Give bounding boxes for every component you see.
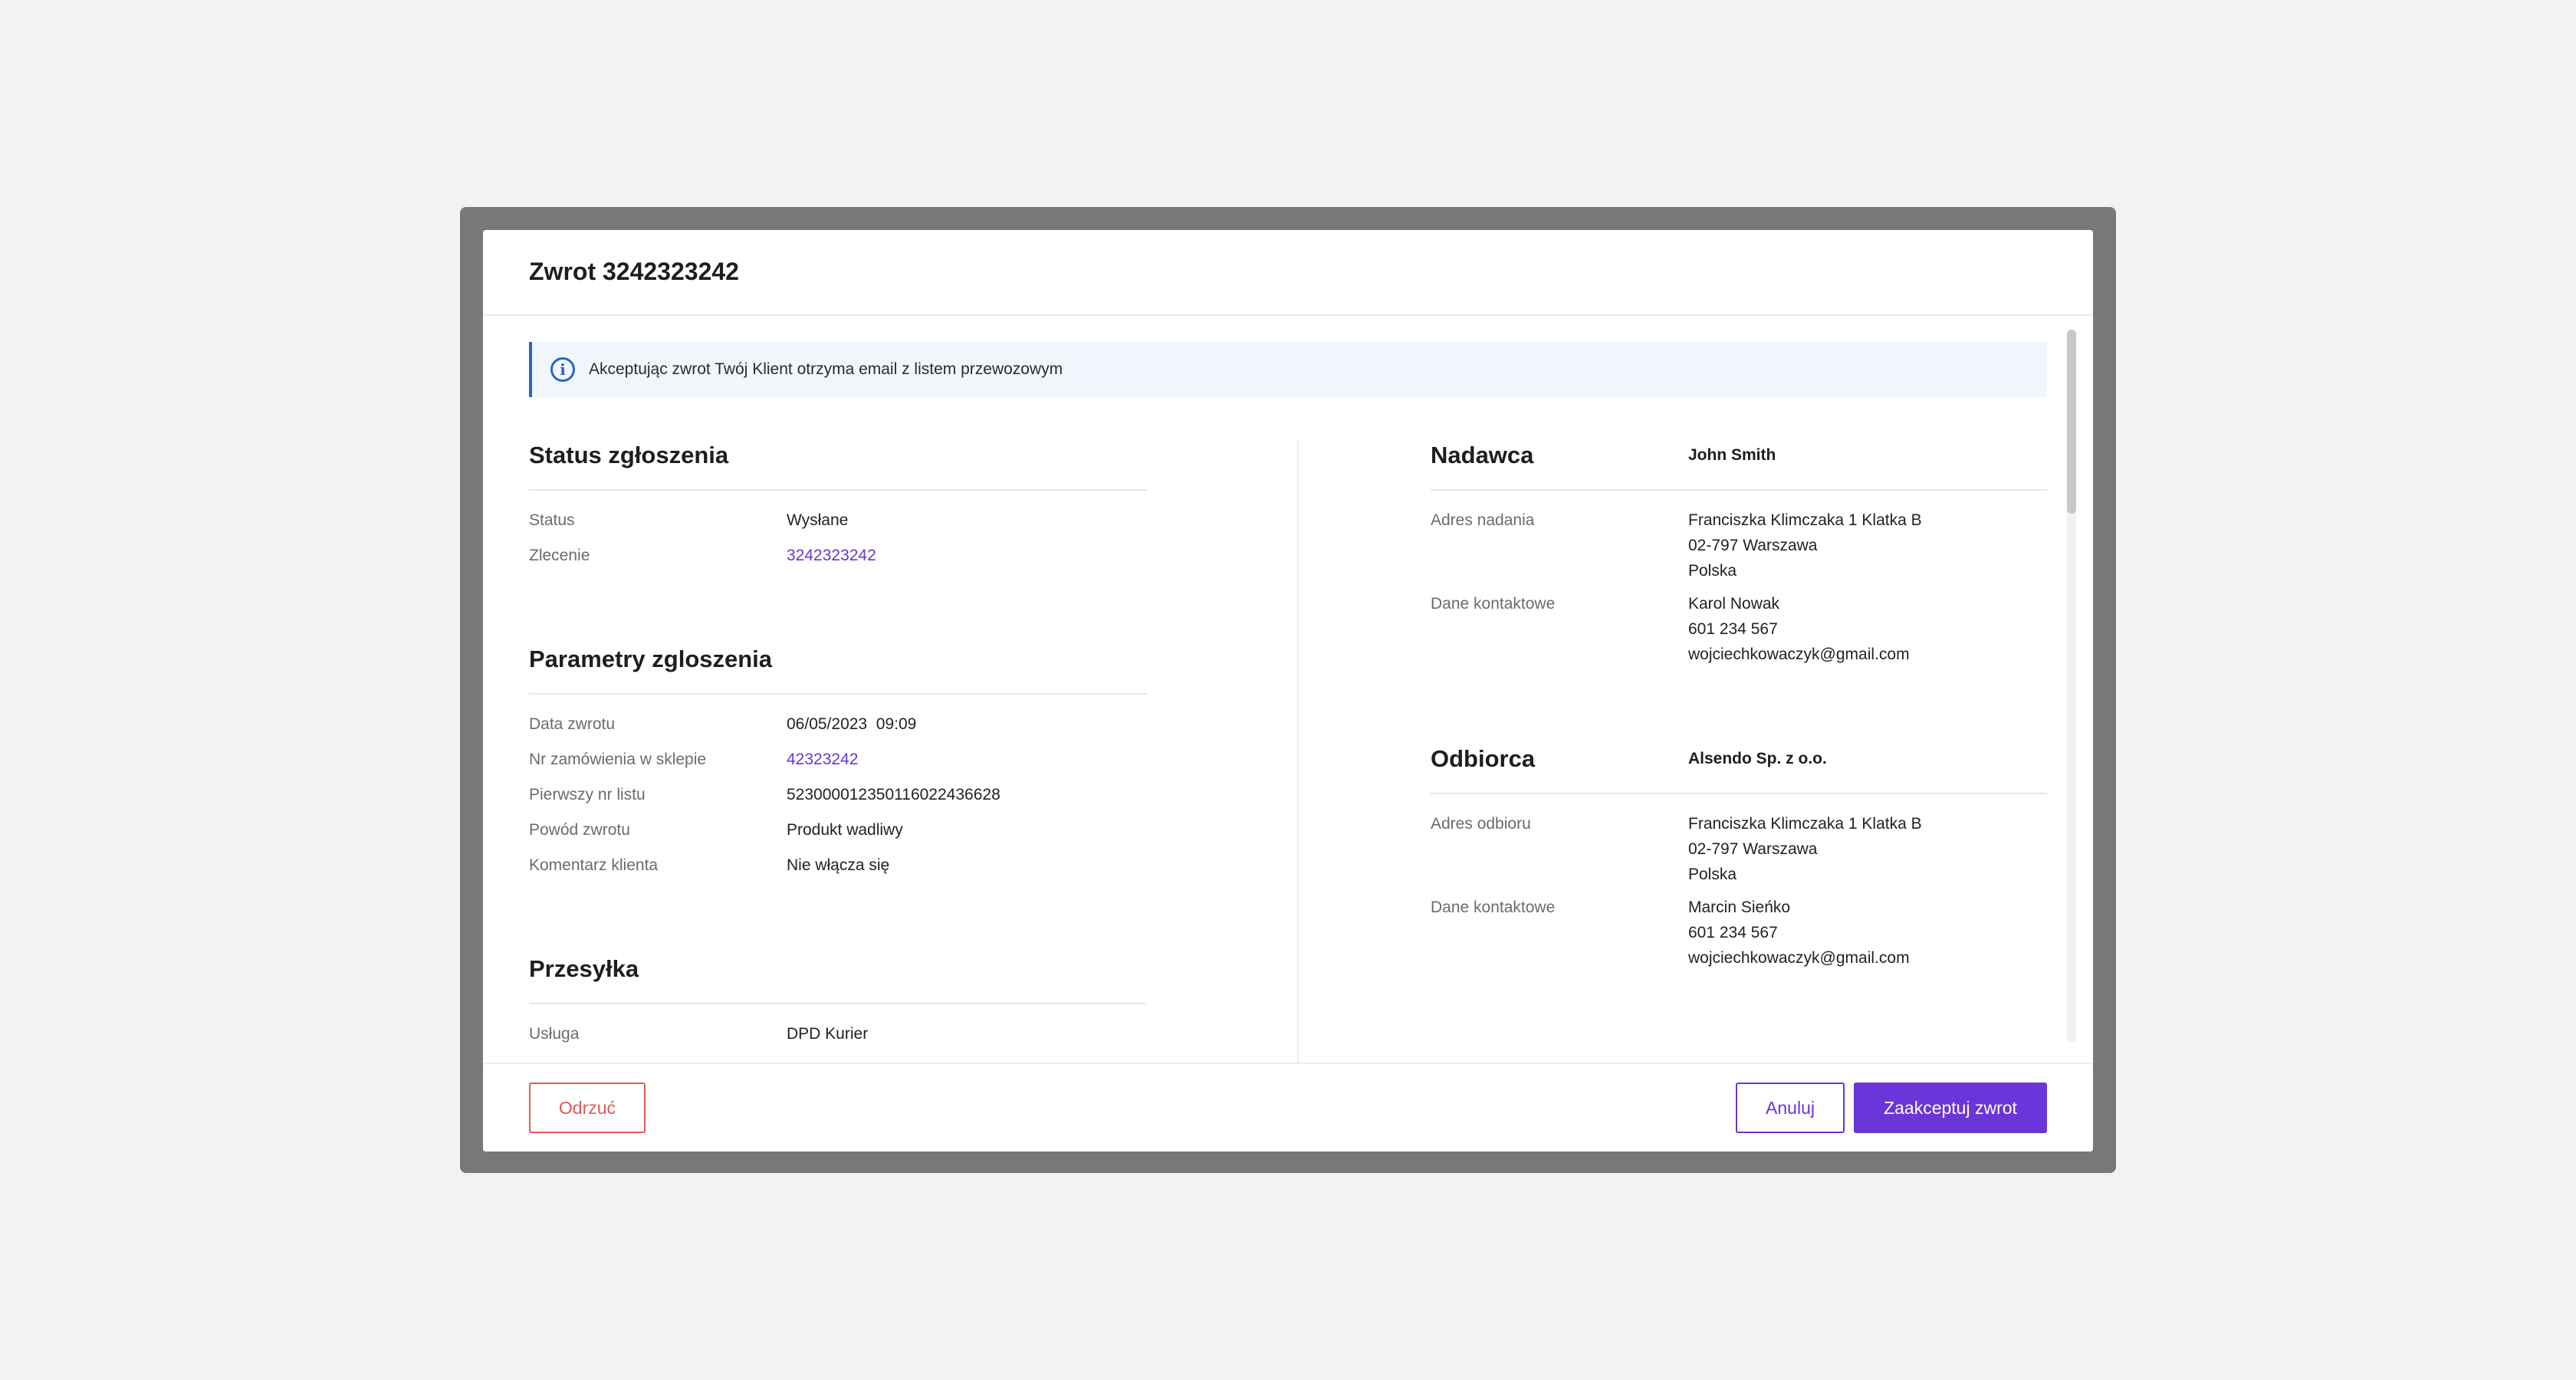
section-divider (529, 693, 1147, 695)
sender-contact-label: Dane kontaktowe (1431, 595, 1556, 613)
sender-address-label: Adres nadania (1431, 511, 1535, 529)
modal-title: Zwrot 3242323242 (529, 258, 739, 285)
client-comment-label: Komentarz klienta (529, 856, 659, 874)
recipient-contact-label: Dane kontaktowe (1431, 899, 1556, 916)
recipient-address-row: Adres odbioru Franciszka Klimczaka 1 Kla… (1431, 811, 2047, 887)
recipient-address-line: 02-797 Warszawa (1688, 840, 1818, 858)
modal-header: Zwrot 3242323242 (483, 230, 2093, 316)
status-value: Wysłane (787, 511, 849, 529)
info-banner: i Akceptując zwrot Twój Klient otrzyma e… (529, 342, 2047, 397)
order-label: Zlecenie (529, 547, 590, 564)
recipient-address-label: Adres odbioru (1431, 815, 1531, 833)
info-banner-text: Akceptując zwrot Twój Klient otrzyma ema… (589, 360, 1063, 378)
service-value: DPD Kurier (787, 1025, 869, 1043)
scrollbar-thumb[interactable] (2067, 330, 2076, 514)
params-section: Parametry zgloszenia Data zwrotu 06/05/2… (529, 644, 1147, 888)
recipient-contact-line: 601 234 567 (1688, 924, 1778, 941)
section-divider (529, 489, 1147, 491)
shipment-section-title: Przesyłka (529, 955, 639, 982)
first-waybill-value: 523000012350116022436628 (787, 786, 1001, 803)
sender-address-line: 02-797 Warszawa (1688, 537, 1818, 554)
return-reason-value: Produkt wadliwy (787, 821, 903, 839)
status-row: Status Wysłane (529, 508, 1147, 533)
cancel-button[interactable]: Anuluj (1736, 1083, 1845, 1133)
shop-order-row: Nr zamówienia w sklepie 42323242 (529, 747, 1147, 772)
status-section: Status zgłoszenia Status Wysłane Zleceni… (529, 440, 1147, 578)
recipient-contact: Marcin Sieńko 601 234 567 wojciechkowacz… (1688, 895, 1910, 971)
accept-return-button[interactable]: Zaakceptuj zwrot (1854, 1083, 2047, 1133)
sender-name: John Smith (1688, 446, 1776, 464)
sender-section-title: Nadawca (1431, 442, 1534, 468)
recipient-section-title: Odbiorca (1431, 745, 1536, 772)
sender-contact-row: Dane kontaktowe Karol Nowak 601 234 567 … (1431, 591, 2047, 667)
shop-order-label: Nr zamówienia w sklepie (529, 751, 707, 768)
service-row: Usługa DPD Kurier (529, 1021, 1147, 1046)
sender-section: Nadawca John Smith Adres nadania Francis… (1431, 440, 2047, 677)
recipient-address-line: Franciszka Klimczaka 1 Klatka B (1688, 815, 1922, 833)
recipient-address: Franciszka Klimczaka 1 Klatka B 02-797 W… (1688, 811, 1922, 887)
return-date-value: 06/05/2023 09:09 (787, 715, 917, 733)
order-row: Zlecenie 3242323242 (529, 543, 1147, 568)
sender-contact-line: 601 234 567 (1688, 620, 1778, 638)
first-waybill-label: Pierwszy nr listu (529, 786, 646, 803)
params-section-title: Parametry zgloszenia (529, 646, 773, 672)
scrollbar[interactable] (2067, 330, 2076, 1043)
section-divider (529, 1003, 1147, 1004)
order-link[interactable]: 3242323242 (787, 543, 876, 568)
sender-contact-line: Karol Nowak (1688, 595, 1780, 613)
return-date-row: Data zwrotu 06/05/2023 09:09 (529, 711, 1147, 737)
sender-contact: Karol Nowak 601 234 567 wojciechkowaczyk… (1688, 591, 1910, 667)
recipient-contact-line: wojciechkowaczyk@gmail.com (1688, 949, 1910, 967)
service-label: Usługa (529, 1025, 580, 1043)
shipment-section: Przesyłka Usługa DPD Kurier (529, 954, 1147, 1056)
return-reason-label: Powód zwrotu (529, 821, 630, 839)
sender-address-row: Adres nadania Franciszka Klimczaka 1 Kla… (1431, 508, 2047, 583)
sender-contact-line: wojciechkowaczyk@gmail.com (1688, 646, 1910, 663)
reject-button[interactable]: Odrzuć (529, 1083, 646, 1133)
recipient-section: Odbiorca Alsendo Sp. z o.o. Adres odbior… (1431, 744, 2047, 981)
section-divider (1431, 489, 2047, 491)
return-date-label: Data zwrotu (529, 715, 616, 733)
info-icon: i (550, 357, 575, 382)
first-waybill-row: Pierwszy nr listu 5230000123501160224366… (529, 782, 1147, 807)
return-reason-row: Powód zwrotu Produkt wadliwy (529, 817, 1147, 843)
recipient-contact-row: Dane kontaktowe Marcin Sieńko 601 234 56… (1431, 895, 2047, 971)
sender-address-line: Polska (1688, 562, 1737, 580)
recipient-header: Odbiorca Alsendo Sp. z o.o. (1431, 744, 2047, 793)
status-label: Status (529, 511, 575, 529)
column-divider (1297, 440, 1299, 1064)
recipient-contact-line: Marcin Sieńko (1688, 899, 1791, 916)
client-comment-row: Komentarz klienta Nie włącza się (529, 853, 1147, 878)
sender-header: Nadawca John Smith (1431, 440, 2047, 489)
recipient-address-line: Polska (1688, 866, 1737, 883)
recipient-name: Alsendo Sp. z o.o. (1688, 750, 1827, 767)
modal-footer: Odrzuć Anuluj Zaakceptuj zwrot (483, 1063, 2093, 1152)
return-modal: Zwrot 3242323242 i Akceptując zwrot Twój… (483, 230, 2093, 1152)
sender-address: Franciszka Klimczaka 1 Klatka B 02-797 W… (1688, 508, 1922, 583)
sender-address-line: Franciszka Klimczaka 1 Klatka B (1688, 511, 1922, 529)
shop-order-link[interactable]: 42323242 (787, 747, 858, 772)
status-section-title: Status zgłoszenia (529, 442, 729, 468)
client-comment-value: Nie włącza się (787, 856, 890, 874)
section-divider (1431, 793, 2047, 794)
